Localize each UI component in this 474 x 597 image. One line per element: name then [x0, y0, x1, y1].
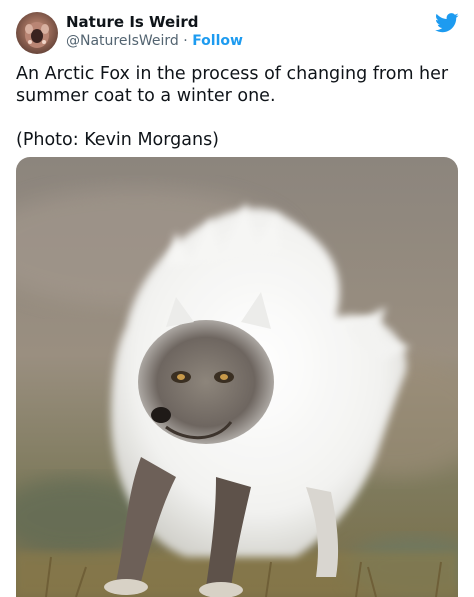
follow-button[interactable]: Follow: [192, 33, 243, 49]
tweet-text: An Arctic Fox in the process of changing…: [16, 63, 461, 151]
handle-row: @NatureIsWeird · Follow: [66, 33, 243, 49]
tweet-photo[interactable]: [16, 157, 458, 597]
author-name[interactable]: Nature Is Weird: [66, 13, 199, 31]
twitter-bird-icon[interactable]: [435, 13, 459, 33]
author-handle[interactable]: @NatureIsWeird: [66, 33, 179, 49]
avatar[interactable]: [16, 12, 58, 54]
separator-dot: ·: [183, 33, 188, 49]
tweet-card: Nature Is Weird @NatureIsWeird · Follow …: [0, 0, 474, 597]
photo-credit: (Photo: Kevin Morgans): [16, 130, 220, 150]
tweet-body: An Arctic Fox in the process of changing…: [16, 64, 449, 106]
